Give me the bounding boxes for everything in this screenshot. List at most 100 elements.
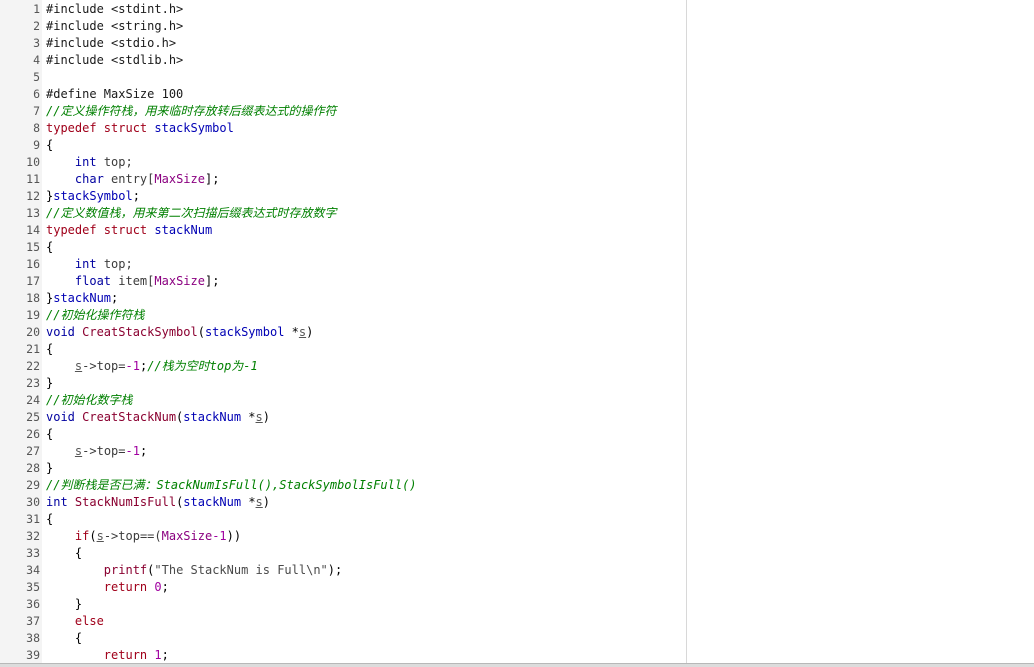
code-token: ->top==( [103, 529, 162, 543]
code-line[interactable]: 17 float item[MaxSize]; [0, 273, 686, 290]
code-line[interactable]: 32 if(s->top==(MaxSize-1)) [0, 528, 686, 545]
line-number: 37 [26, 614, 40, 628]
code-content: #include <stdint.h> [46, 1, 183, 18]
code-token: MaxSize [154, 172, 205, 186]
code-line[interactable]: 26 { [0, 426, 686, 443]
code-line[interactable]: 7 //定义操作符栈，用来临时存放转后缀表达式的操作符 [0, 103, 686, 120]
code-content: { [46, 511, 53, 528]
line-number: 8 [33, 121, 40, 135]
code-line[interactable]: 5 [0, 69, 686, 86]
code-line[interactable]: 21 { [0, 341, 686, 358]
code-line[interactable]: 38 { [0, 630, 686, 647]
code-line[interactable]: 2 #include <string.h> [0, 18, 686, 35]
code-content: if(s->top==(MaxSize-1)) [46, 528, 241, 545]
code-content: { [46, 137, 53, 154]
code-token: typedef struct [46, 223, 155, 237]
code-line[interactable]: 10 int top; [0, 154, 686, 171]
code-token: top; [96, 257, 133, 271]
line-number: 38 [26, 631, 40, 645]
code-content: int top; [46, 256, 133, 273]
code-line[interactable]: 30 int StackNumIsFull(stackNum *s) [0, 494, 686, 511]
code-content: float item[MaxSize]; [46, 273, 220, 290]
line-number: 13 [26, 206, 40, 220]
code-token: { [46, 240, 54, 254]
code-line[interactable]: 19 //初始化操作符栈 [0, 307, 686, 324]
line-number: 32 [26, 529, 40, 543]
code-line[interactable]: 27 s->top=-1; [0, 443, 686, 460]
code-token: //定义操作符栈，用来临时存放转后缀表达式的操作符 [46, 104, 337, 118]
code-line[interactable]: 20 void CreatStackSymbol(stackSymbol *s) [0, 324, 686, 341]
code-token: //初始化数字栈 [46, 393, 133, 407]
code-token: StackNumIsFull [74, 495, 177, 509]
line-number: 33 [26, 546, 40, 560]
code-line[interactable]: 29 //判断栈是否已满：StackNumIsFull(),StackSymbol… [0, 477, 686, 494]
code-line[interactable]: 31 { [0, 511, 686, 528]
code-token: } [46, 461, 54, 475]
code-token: ( [197, 325, 205, 339]
line-number: 3 [33, 36, 40, 50]
line-number: 29 [26, 478, 40, 492]
code-line[interactable]: 35 return 0; [0, 579, 686, 596]
code-line[interactable]: 24 //初始化数字栈 [0, 392, 686, 409]
code-text-area[interactable]: 1 #include <stdint.h> 2 #include <string.h>… [0, 1, 686, 664]
line-number: 7 [33, 104, 40, 118]
code-content: #include <string.h> [46, 18, 183, 35]
code-token: CreatStackSymbol [82, 325, 198, 339]
code-content: return 1; [46, 647, 169, 664]
code-line[interactable]: 13 //定义数值栈，用来第二次扫描后缀表达式时存放数字 [0, 205, 686, 222]
code-content: #include <stdlib.h> [46, 52, 183, 69]
code-token: int [74, 155, 97, 169]
line-number: 27 [26, 444, 40, 458]
code-token: ]; [204, 274, 220, 288]
line-number: 19 [26, 308, 40, 322]
code-token: stackNum [183, 495, 242, 509]
code-line[interactable]: 33 { [0, 545, 686, 562]
editor-empty-region[interactable] [687, 0, 1034, 663]
code-content: //判断栈是否已满：StackNumIsFull(),StackSymbolIs… [46, 477, 417, 494]
code-line[interactable]: 16 int top; [0, 256, 686, 273]
code-line[interactable]: 1 #include <stdint.h> [0, 1, 686, 18]
code-editor[interactable]: 1 #include <stdint.h> 2 #include <string.h>… [0, 0, 1034, 667]
code-line[interactable]: 11 char entry[MaxSize]; [0, 171, 686, 188]
code-line[interactable]: 23} [0, 375, 686, 392]
code-token: void [46, 325, 83, 339]
code-token: ; [139, 444, 148, 458]
code-token: #include <string.h> [46, 19, 184, 33]
code-content: typedef struct stackNum [46, 222, 212, 239]
code-token: stackNum [183, 410, 242, 424]
line-number: 39 [26, 648, 40, 662]
code-line[interactable]: 15 { [0, 239, 686, 256]
code-line[interactable]: 12}stackSymbol; [0, 188, 686, 205]
code-token: ; [161, 580, 169, 594]
code-line[interactable]: 14 typedef struct stackNum [0, 222, 686, 239]
code-token: ); [327, 563, 343, 577]
code-line[interactable]: 6 #define MaxSize 100 [0, 86, 686, 103]
code-token: )) [226, 529, 242, 543]
code-line[interactable]: 25 void CreatStackNum(stackNum *s) [0, 409, 686, 426]
code-line[interactable]: 39 return 1; [0, 647, 686, 664]
code-token: 1 [154, 648, 162, 662]
code-token: ) [262, 410, 270, 424]
horizontal-scrollbar[interactable] [0, 663, 1034, 667]
code-line[interactable]: 8 typedef struct stackSymbol [0, 120, 686, 137]
code-line[interactable]: 18}stackNum; [0, 290, 686, 307]
code-line[interactable]: 3 #include <stdio.h> [0, 35, 686, 52]
code-content: } [46, 460, 53, 477]
code-token: -1 [212, 529, 227, 543]
code-line[interactable]: 28} [0, 460, 686, 477]
code-token: } [46, 597, 83, 611]
line-number: 6 [33, 87, 40, 101]
code-token: void [46, 410, 83, 424]
code-token: stackSymbol [53, 189, 133, 203]
code-line[interactable]: 9{ [0, 137, 686, 154]
code-line[interactable]: 37 else [0, 613, 686, 630]
code-line[interactable]: 22 s->top=-1;//栈为空时top为-1 [0, 358, 686, 375]
code-line[interactable]: 34 printf("The StackNum is Full\n"); [0, 562, 686, 579]
code-token: stackNum [154, 223, 213, 237]
code-line[interactable]: 4 #include <stdlib.h> [0, 52, 686, 69]
code-content: return 0; [46, 579, 169, 596]
code-line[interactable]: 36 } [0, 596, 686, 613]
